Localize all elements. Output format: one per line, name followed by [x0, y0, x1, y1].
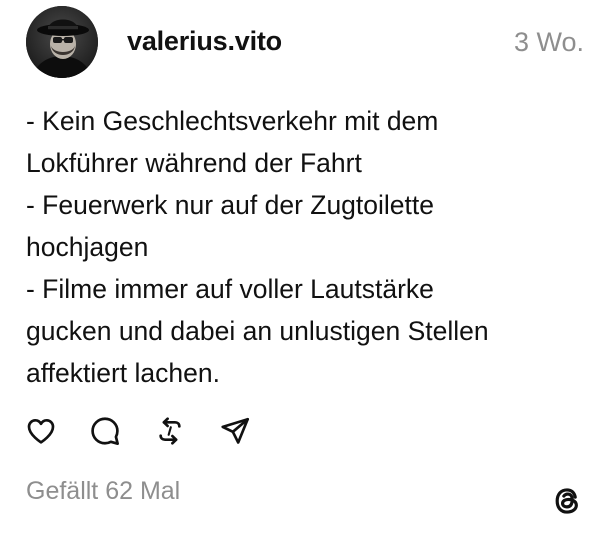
post-timestamp: 3 Wo.: [513, 27, 584, 57]
comment-button[interactable]: [88, 414, 122, 448]
post-text-line: - Kein Geschlechtsverkehr mit dem: [26, 106, 439, 136]
username[interactable]: valerius.vito: [127, 26, 282, 57]
likes-count[interactable]: Gefällt 62 Mal: [26, 477, 180, 506]
share-button[interactable]: [218, 414, 252, 448]
threads-logo-icon-svg: [555, 488, 578, 514]
post-text-line: - Filme immer auf voller Lautstärke: [26, 274, 434, 304]
avatar[interactable]: [26, 6, 98, 78]
repost-button[interactable]: [153, 414, 187, 448]
heart-icon: [27, 419, 55, 444]
avatar-image: [26, 6, 98, 78]
speech-bubble-icon: [91, 417, 119, 445]
like-button[interactable]: [24, 414, 58, 448]
thread-post: valerius.vito 3 Wo. - Kein Geschlechtsve…: [0, 0, 600, 548]
post-text-line: affektiert lachen.: [26, 358, 220, 388]
post-text: - Kein Geschlechtsverkehr mit dem Lokfüh…: [26, 100, 586, 394]
post-text-line: gucken und dabei an unlustigen Stellen: [26, 316, 489, 346]
threads-logo-icon[interactable]: [548, 482, 586, 520]
send-icon: [221, 417, 249, 444]
post-text-line: - Feuerwerk nur auf der Zugtoilette: [26, 190, 434, 220]
post-text-line: Lokführer während der Fahrt: [26, 148, 362, 178]
post-text-line: hochjagen: [26, 232, 149, 262]
repost-icon: [159, 417, 181, 445]
